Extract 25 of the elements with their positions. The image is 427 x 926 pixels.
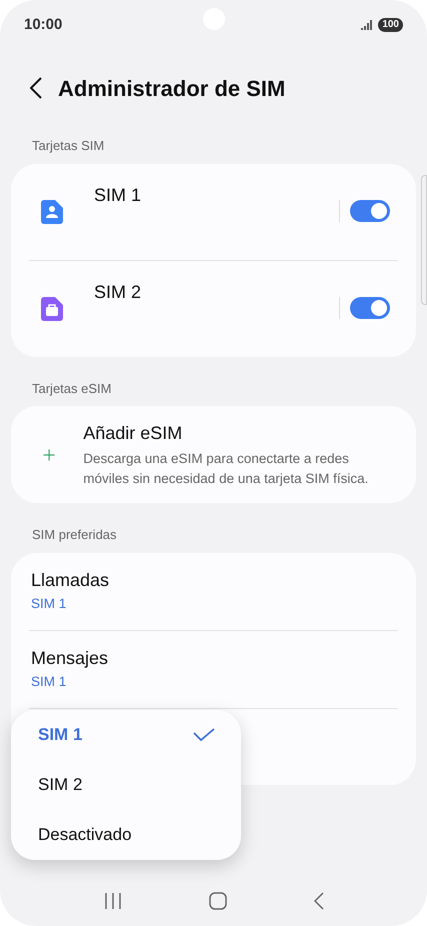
back-icon[interactable]	[30, 77, 42, 99]
section-header: Tarjetas eSIM	[31, 380, 112, 398]
sim-name: SIM 2	[94, 280, 142, 304]
toggle-switch[interactable]	[350, 200, 390, 222]
section-header: SIM preferidas	[31, 526, 118, 544]
preference-value: SIM 1	[31, 673, 68, 692]
status-time: 10:00	[24, 14, 62, 35]
check-icon	[193, 728, 215, 742]
add-esim-description: Descarga una eSIM para conectarte a redes móviles sin necesidad de una tarjeta SIM física.	[83, 450, 370, 488]
menu-option[interactable]: Desactivado	[11, 810, 241, 860]
add-esim-label[interactable]: Añadir eSIM	[83, 420, 392, 447]
preference-title[interactable]: Mensajes	[31, 645, 416, 672]
section-header: Tarjetas SIM	[31, 137, 106, 155]
battery-indicator: 100	[378, 18, 403, 32]
signal-icon	[361, 20, 374, 30]
recent-apps-icon[interactable]	[104, 893, 122, 909]
preference-value: SIM 1	[31, 595, 68, 614]
back-nav-icon[interactable]	[314, 892, 324, 910]
page-title: Administrador de SIM	[58, 74, 286, 102]
toggle-switch[interactable]	[350, 296, 390, 318]
preference-title[interactable]: Llamadas	[31, 567, 416, 594]
menu-option[interactable]: SIM 1	[11, 710, 241, 760]
home-icon[interactable]	[208, 892, 226, 910]
sim-name: SIM 1	[94, 184, 142, 206]
menu-option[interactable]: SIM 2	[11, 760, 241, 810]
